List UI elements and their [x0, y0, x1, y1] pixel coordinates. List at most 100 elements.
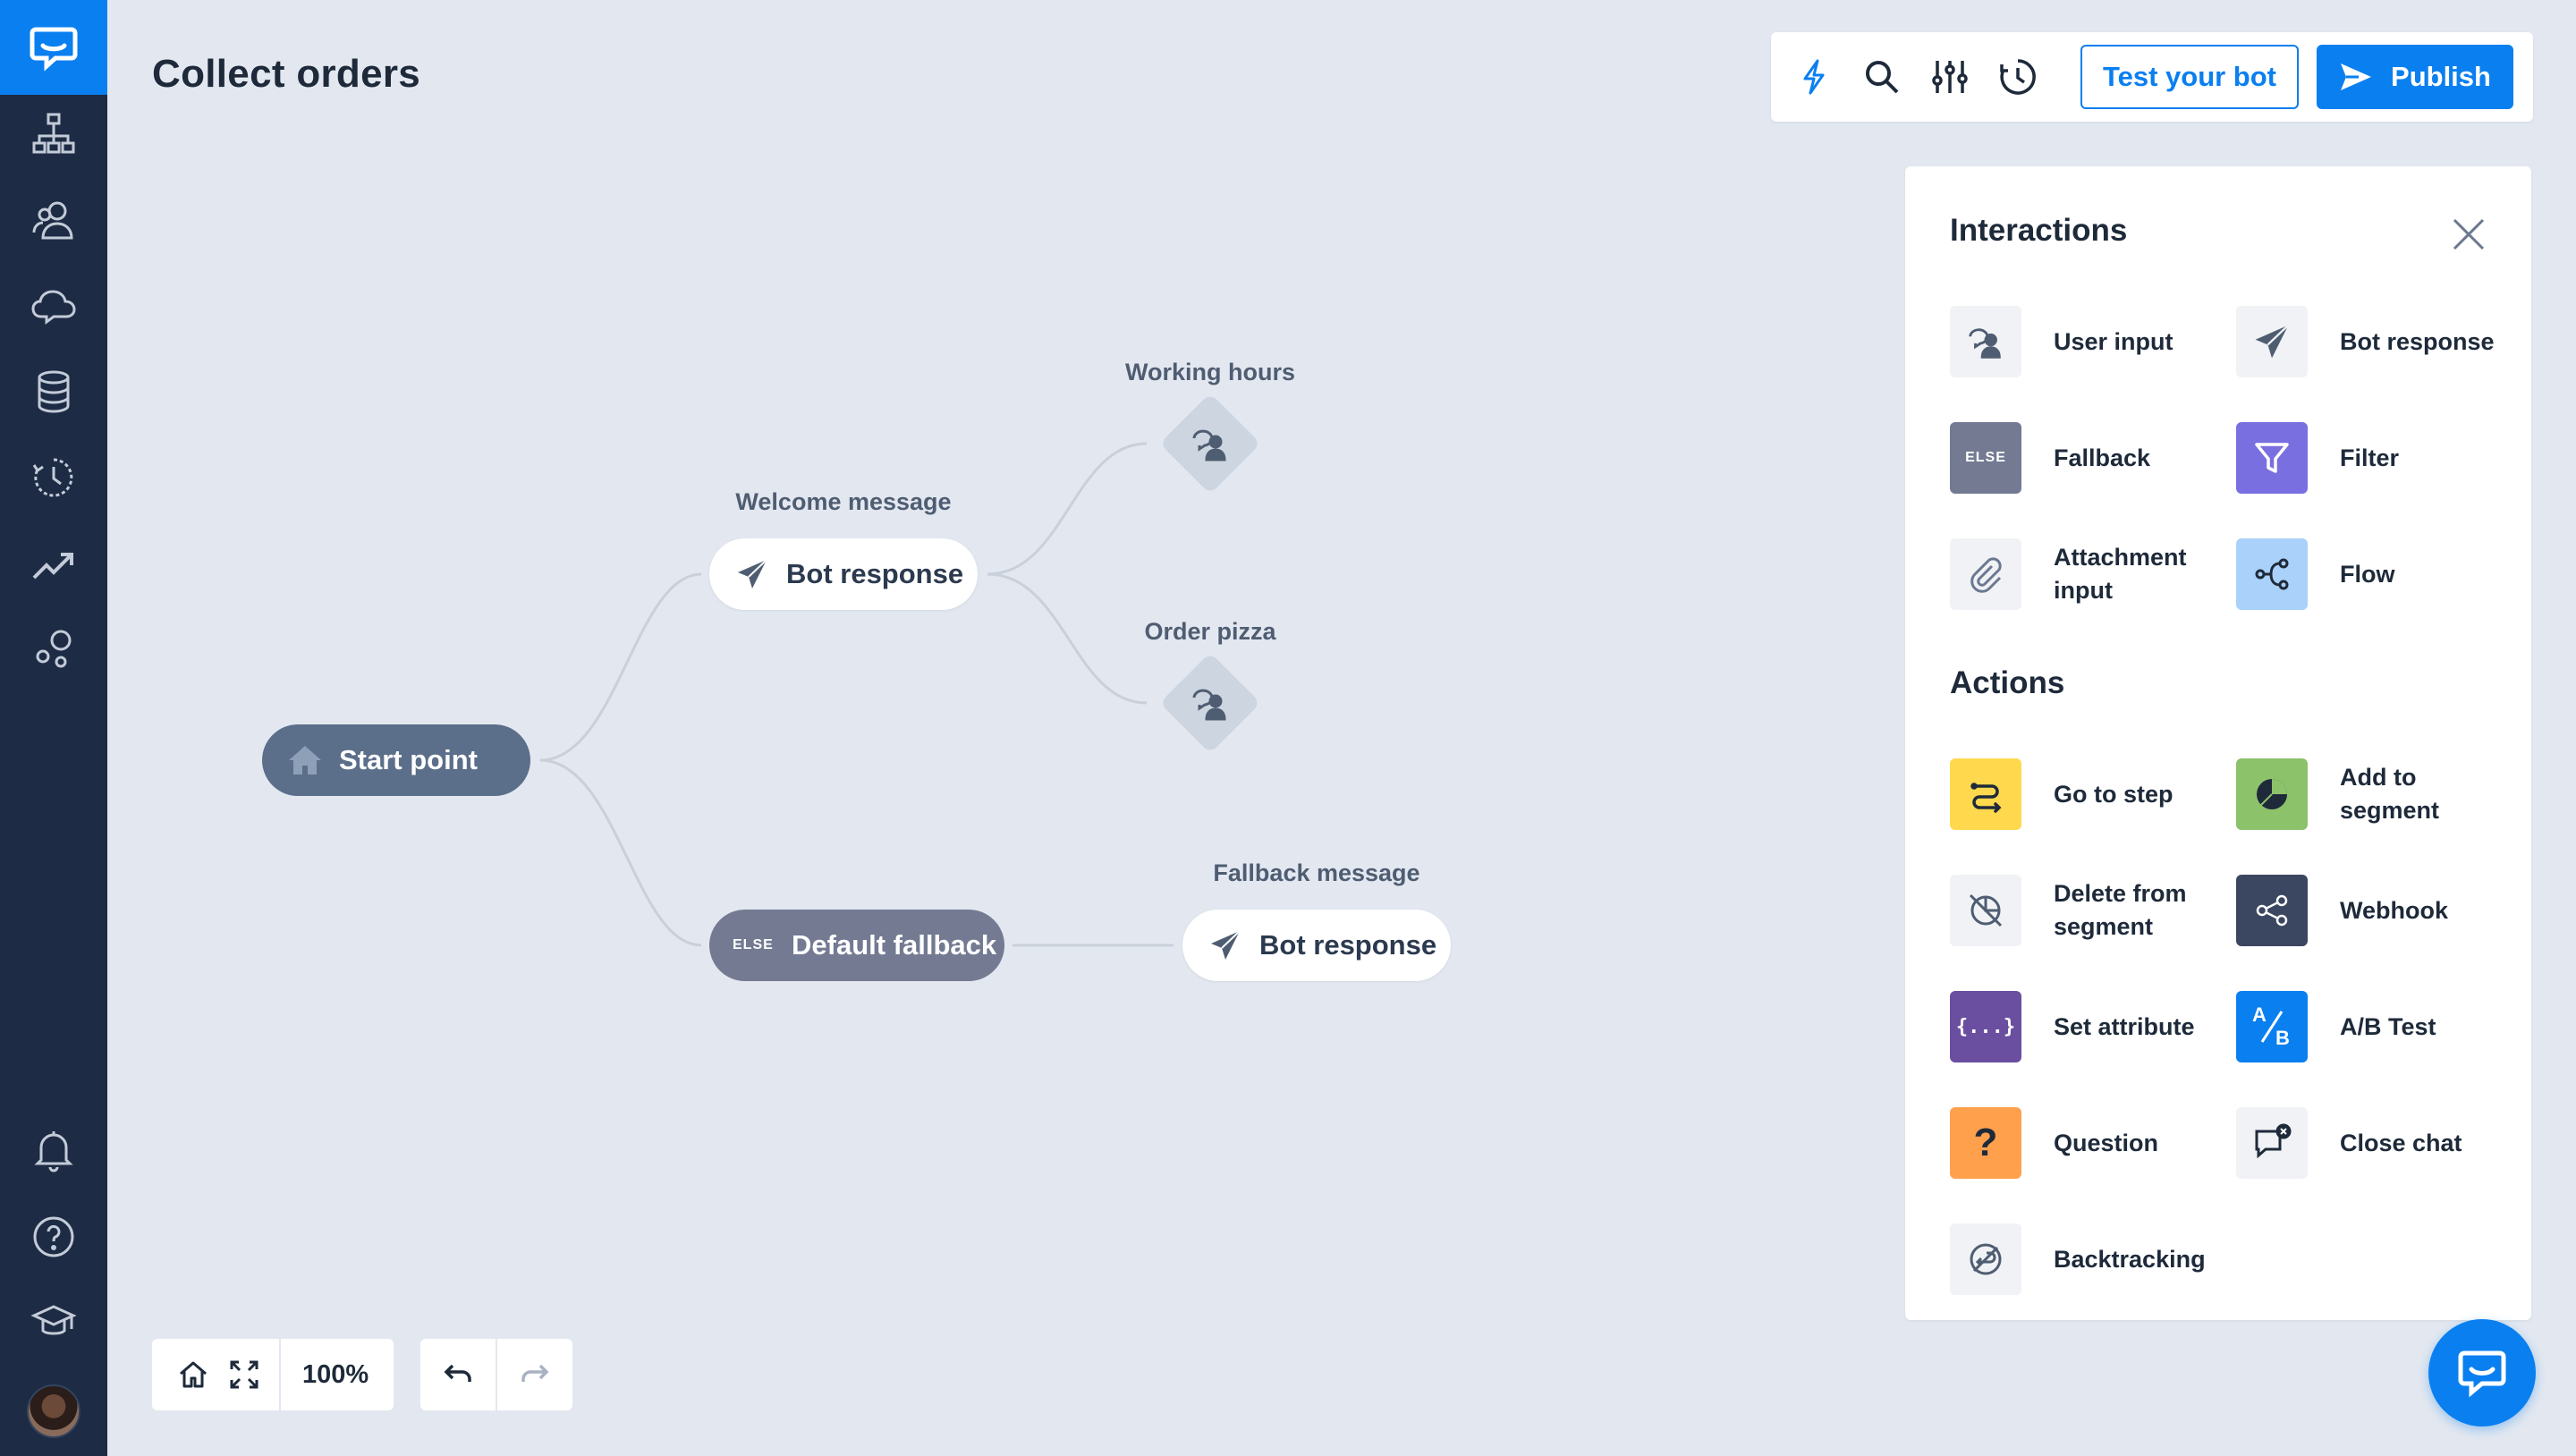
history-controls: [420, 1339, 572, 1410]
block-backtracking[interactable]: Backtracking: [1950, 1223, 2236, 1295]
block-add-to-segment[interactable]: Add to segment: [2236, 758, 2522, 830]
else-icon: ELSE: [1950, 422, 2021, 494]
default-fallback-node[interactable]: ELSE Default fallback: [709, 910, 1004, 981]
block-filter[interactable]: Filter: [2236, 422, 2522, 494]
block-label: Flow: [2340, 560, 2395, 588]
else-tag: ELSE: [733, 937, 774, 952]
test-bot-button[interactable]: Test your bot: [2080, 45, 2299, 109]
sliders-icon[interactable]: [1927, 54, 1973, 100]
welcome-bot-response-label: Bot response: [786, 558, 964, 589]
zoom-controls: 100%: [152, 1339, 394, 1410]
actions-heading: Actions: [1950, 665, 2065, 700]
pie-segment-icon: [2236, 758, 2308, 830]
avatar[interactable]: [27, 1384, 80, 1438]
zoom-level[interactable]: 100%: [281, 1360, 369, 1390]
redo-icon[interactable]: [497, 1339, 572, 1410]
braces-icon: {...}: [1950, 991, 2021, 1062]
history-clock-icon[interactable]: [0, 442, 107, 513]
block-label: Delete from segment: [2054, 880, 2187, 940]
funnel-icon: [2236, 422, 2308, 494]
lightning-icon[interactable]: [1791, 54, 1837, 100]
question-mark-icon: ?: [1950, 1107, 2021, 1179]
block-delete-from-segment[interactable]: Delete from segment: [1950, 875, 2236, 946]
block-label: Attachment input: [2054, 544, 2187, 604]
block-ab-test[interactable]: A B A/B Test: [2236, 991, 2522, 1062]
hierarchy-icon[interactable]: [0, 98, 107, 170]
database-icon[interactable]: [0, 356, 107, 427]
block-label: Add to segment: [2340, 764, 2440, 824]
chat-bubble-icon: [2458, 1350, 2506, 1398]
fallback-bot-response-node[interactable]: Bot response: [1182, 910, 1451, 981]
share-nodes-icon: [2236, 875, 2308, 946]
welcome-bot-response-node[interactable]: Bot response: [709, 538, 978, 610]
fallback-bot-response-label: Bot response: [1259, 929, 1437, 961]
ab-test-icon: A B: [2236, 991, 2308, 1062]
block-label: Set attribute: [2054, 1012, 2195, 1040]
home-icon: [285, 741, 325, 780]
paperclip-icon: [1950, 538, 2021, 610]
block-webhook[interactable]: Webhook: [2236, 875, 2522, 946]
block-question[interactable]: ? Question: [1950, 1107, 2236, 1179]
backtracking-icon: [1950, 1223, 2021, 1295]
block-label: Question: [2054, 1129, 2159, 1156]
publish-label: Publish: [2391, 61, 2491, 92]
segment-remove-icon: [1950, 875, 2021, 946]
block-label: Filter: [2340, 444, 2400, 471]
analytics-trend-icon[interactable]: [0, 528, 107, 599]
interactions-heading: Interactions: [1950, 213, 2128, 248]
block-attachment-input[interactable]: Attachment input: [1950, 538, 2236, 610]
user-input-icon: [1185, 419, 1235, 469]
order-pizza-caption: Order pizza: [1144, 618, 1276, 645]
integrations-bubbles-icon[interactable]: [0, 614, 107, 685]
bell-icon[interactable]: [0, 1115, 107, 1187]
paper-plane-icon: [2236, 306, 2308, 377]
sidebar: [0, 0, 107, 1456]
block-set-attribute[interactable]: {...} Set attribute: [1950, 991, 2236, 1062]
block-label: Close chat: [2340, 1129, 2462, 1156]
paper-plane-icon: [1206, 926, 1245, 965]
graduation-cap-icon[interactable]: [0, 1287, 107, 1359]
home-icon[interactable]: [165, 1339, 222, 1410]
user-input-icon: [1185, 678, 1235, 728]
chatbot-logo-icon[interactable]: [0, 0, 107, 95]
chat-cloud-icon[interactable]: [0, 270, 107, 342]
close-icon[interactable]: [2451, 216, 2487, 252]
block-fallback[interactable]: ELSE Fallback: [1950, 422, 2236, 494]
help-icon[interactable]: [0, 1201, 107, 1273]
block-label: Bot response: [2340, 327, 2495, 355]
history-icon[interactable]: [1995, 54, 2041, 100]
welcome-message-caption: Welcome message: [735, 488, 952, 515]
flow-icon: [2236, 538, 2308, 610]
blocks-panel: Interactions User input Bot response ELS…: [1905, 166, 2531, 1320]
block-flow[interactable]: Flow: [2236, 538, 2522, 610]
block-user-input[interactable]: User input: [1950, 306, 2236, 377]
block-label: Fallback: [2054, 444, 2151, 471]
start-point-node[interactable]: Start point: [262, 724, 530, 796]
start-point-label: Start point: [339, 744, 478, 775]
block-bot-response[interactable]: Bot response: [2236, 306, 2522, 377]
page-title: Collect orders: [152, 52, 421, 96]
block-close-chat[interactable]: Close chat: [2236, 1107, 2522, 1179]
paper-plane-icon: [733, 554, 772, 594]
working-hours-caption: Working hours: [1124, 359, 1295, 385]
block-label: A/B Test: [2340, 1012, 2436, 1040]
fallback-message-caption: Fallback message: [1213, 859, 1420, 886]
chat-widget-button[interactable]: [2428, 1319, 2536, 1426]
connector-start-welcome: [539, 572, 702, 762]
block-go-to-step[interactable]: Go to step: [1950, 758, 2236, 830]
block-label: Go to step: [2054, 780, 2174, 808]
connector-start-fallback: [539, 758, 702, 947]
top-toolbar: Test your bot Publish: [1771, 32, 2533, 122]
connector-welcome-working-hours: [987, 442, 1148, 576]
publish-button[interactable]: Publish: [2317, 45, 2513, 109]
go-to-step-icon: [1950, 758, 2021, 830]
default-fallback-label: Default fallback: [792, 929, 997, 961]
undo-icon[interactable]: [420, 1339, 496, 1410]
users-icon[interactable]: [0, 184, 107, 256]
fit-screen-icon[interactable]: [222, 1339, 267, 1410]
block-label: Webhook: [2340, 896, 2448, 924]
search-icon[interactable]: [1859, 54, 1905, 100]
block-label: Backtracking: [2054, 1245, 2206, 1273]
close-chat-icon: [2236, 1107, 2308, 1179]
user-input-icon: [1950, 306, 2021, 377]
